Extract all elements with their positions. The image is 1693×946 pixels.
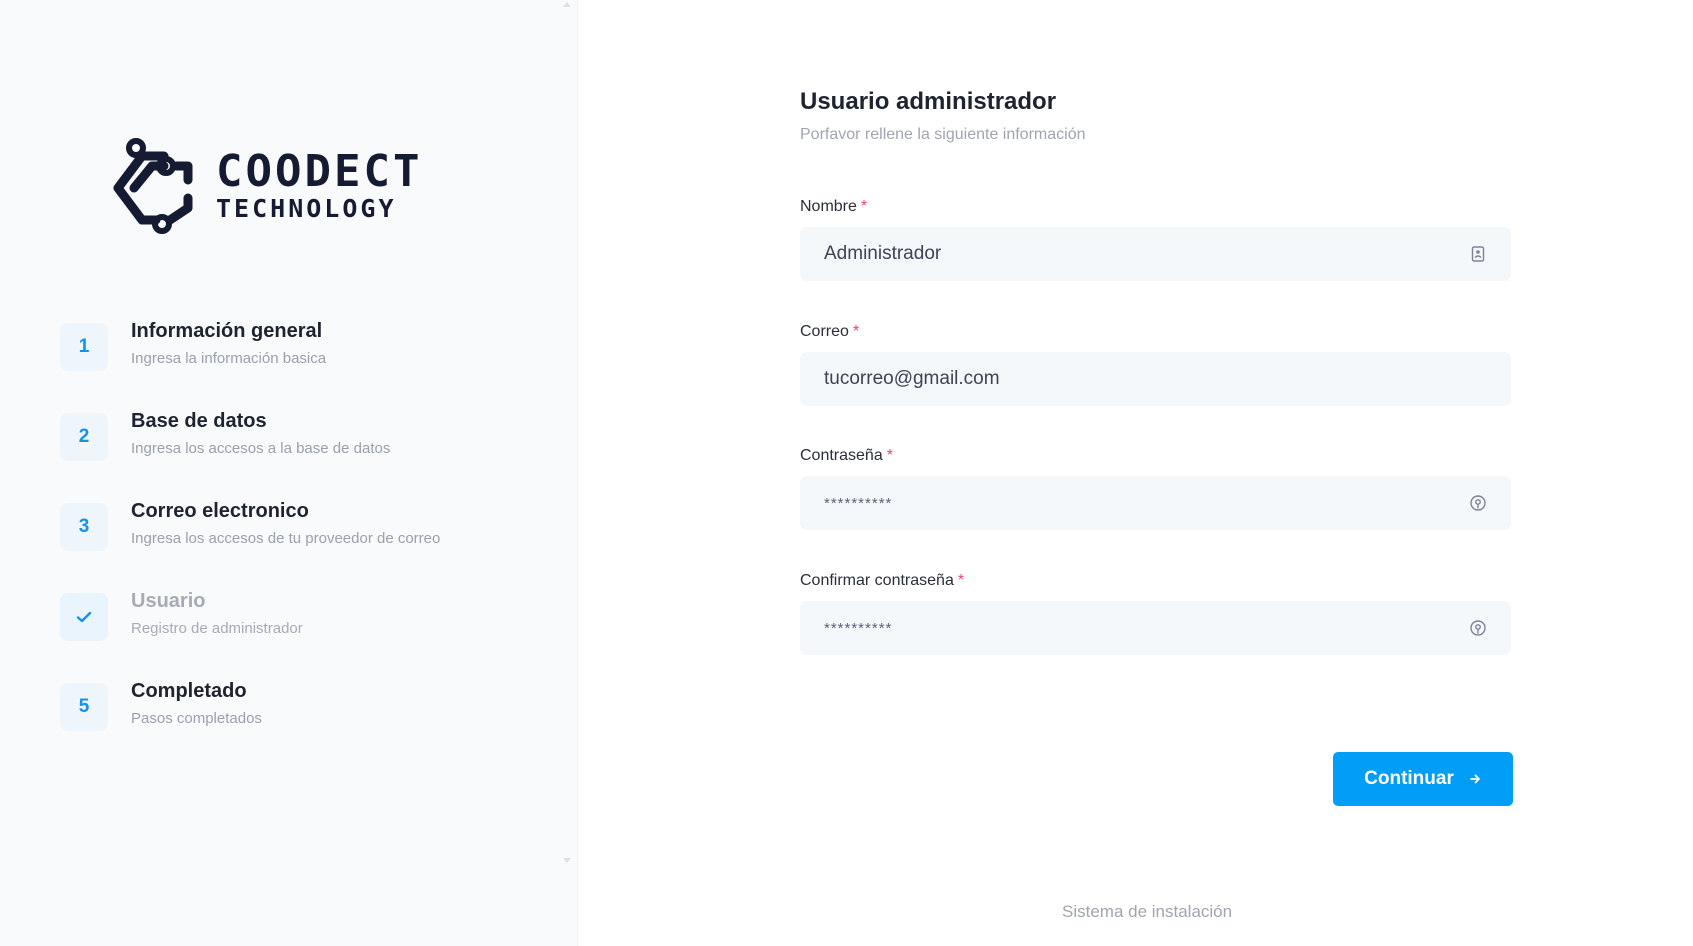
step-description: Ingresa la información basica: [131, 350, 327, 367]
confirmar-input[interactable]: [800, 601, 1511, 655]
fingerprint-icon[interactable]: [1469, 494, 1487, 512]
step-description: Ingresa los accesos a la base de datos: [131, 440, 391, 457]
step-number: 3: [60, 503, 108, 551]
correo-input[interactable]: [800, 352, 1511, 406]
scroll-up-arrow[interactable]: [563, 2, 571, 7]
step-description: Pasos completados: [131, 710, 262, 727]
continue-button[interactable]: Continuar: [1333, 752, 1513, 806]
confirmar-input-wrap: [800, 601, 1511, 655]
required-marker: *: [886, 447, 893, 464]
step-title: Base de datos: [131, 410, 267, 432]
confirmar-field: Confirmar contraseña *: [800, 572, 1511, 655]
fingerprint-icon[interactable]: [1469, 619, 1487, 637]
form-title: Usuario administrador: [800, 88, 1057, 115]
step-title: Usuario: [131, 590, 206, 612]
step-description: Registro de administrador: [131, 620, 303, 637]
step-usuario[interactable]: Usuario Registro de administrador: [60, 590, 530, 650]
brand-tagline: TECHNOLOGY: [216, 194, 397, 223]
contact-card-icon: [1471, 246, 1485, 262]
scroll-down-arrow[interactable]: [563, 858, 571, 863]
step-status: [60, 593, 108, 641]
admin-user-form: Usuario administrador Porfavor rellene l…: [800, 88, 1511, 655]
correo-label: Correo *: [800, 323, 860, 340]
nombre-field: Nombre *: [800, 198, 1511, 281]
step-base-de-datos[interactable]: 2 Base de datos Ingresa los accesos a la…: [60, 410, 530, 470]
brand-logo: COODECT TECHNOLOGY: [104, 136, 454, 240]
contrasena-input-wrap: [800, 476, 1511, 530]
contrasena-field: Contraseña *: [800, 447, 1511, 530]
logo-mark-icon: [113, 138, 193, 234]
step-completado[interactable]: 5 Completado Pasos completados: [60, 680, 530, 740]
step-informacion-general[interactable]: 1 Información general Ingresa la informa…: [60, 320, 530, 380]
step-number: 5: [60, 683, 108, 731]
check-icon: [76, 611, 92, 623]
nombre-label: Nombre *: [800, 198, 868, 215]
contrasena-input[interactable]: [800, 476, 1511, 530]
step-title: Correo electronico: [131, 500, 309, 522]
correo-field: Correo *: [800, 323, 1511, 406]
step-title: Información general: [131, 320, 323, 342]
nombre-input-wrap: [800, 227, 1511, 281]
step-title: Completado: [131, 680, 247, 702]
step-number: 1: [60, 323, 108, 371]
step-correo-electronico[interactable]: 3 Correo electronico Ingresa los accesos…: [60, 500, 530, 560]
contrasena-label: Contraseña *: [800, 447, 893, 464]
continue-label: Continuar: [1364, 768, 1454, 789]
step-number: 2: [60, 413, 108, 461]
sidebar: COODECT TECHNOLOGY 1 Información general…: [0, 0, 578, 946]
form-subtitle: Porfavor rellene la siguiente informació…: [800, 126, 1086, 143]
required-marker: *: [957, 572, 965, 589]
required-marker: *: [852, 323, 860, 340]
nombre-input[interactable]: [800, 227, 1511, 281]
brand-name: COODECT: [216, 146, 423, 197]
correo-input-wrap: [800, 352, 1511, 406]
required-marker: *: [860, 198, 868, 215]
arrow-right-icon: [1469, 774, 1480, 784]
footer-text: Sistema de instalación: [1062, 902, 1233, 921]
step-description: Ingresa los accesos de tu proveedor de c…: [131, 530, 441, 547]
confirmar-label: Confirmar contraseña *: [800, 572, 965, 589]
